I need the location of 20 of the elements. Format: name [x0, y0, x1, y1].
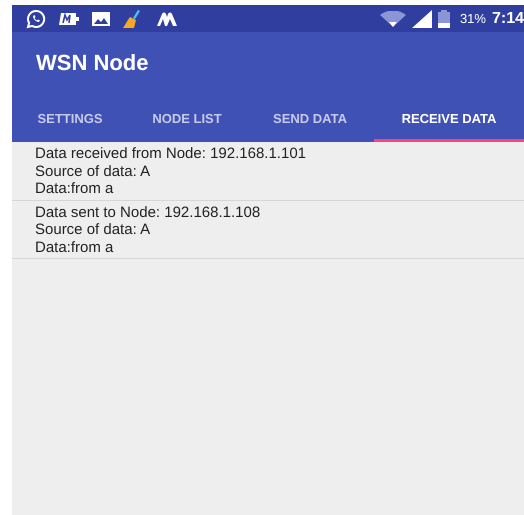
battery-icon — [438, 10, 450, 28]
image-icon — [92, 10, 110, 26]
signal-icon — [412, 10, 432, 28]
message-line: Data:from a — [35, 238, 114, 256]
tab[interactable]: RECEIVE DATA — [374, 94, 524, 142]
wifi-icon — [380, 10, 406, 26]
message-line: Source of data: A — [35, 162, 152, 180]
chat-icon — [26, 8, 46, 28]
card-icon — [58, 10, 80, 26]
m-logo-icon — [156, 12, 178, 26]
tab[interactable]: NODE LIST — [128, 94, 246, 142]
clock-time: 7:14 — [492, 10, 524, 28]
message-line: Data received from Node: 192.168.1.101 — [35, 145, 308, 162]
message-line: Source of data: A — [35, 221, 152, 238]
app-title: WSN Node — [36, 50, 148, 76]
message-line: Data sent to Node: 192.168.1.108 — [35, 204, 262, 221]
message-line: Data:from a — [35, 180, 114, 198]
tab[interactable]: SETTINGS — [12, 94, 128, 142]
tab[interactable]: SEND DATA — [246, 94, 374, 142]
battery-percent: 31% — [460, 11, 486, 26]
